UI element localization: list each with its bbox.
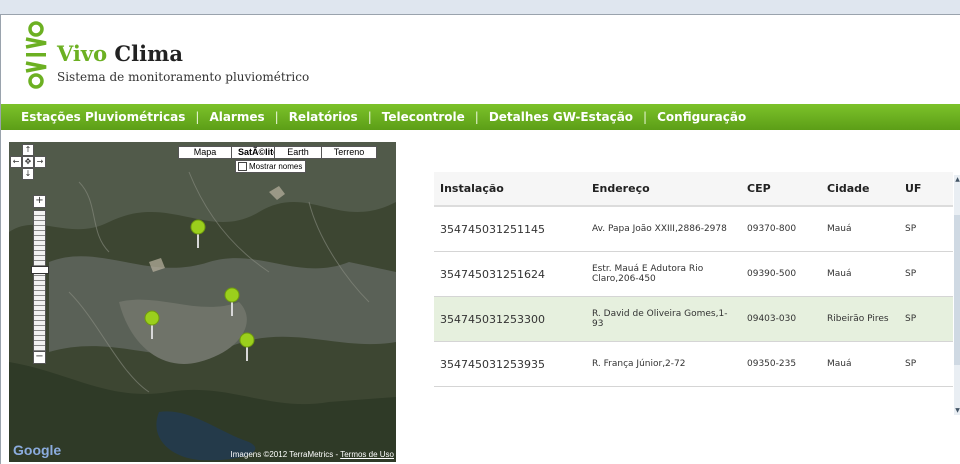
app-subtitle: Sistema de monitoramento pluviométrico bbox=[57, 70, 310, 84]
cell-endereco: R. França Júnior,2-72 bbox=[586, 341, 741, 387]
station-marker[interactable] bbox=[224, 287, 240, 317]
cell-cep: 09403-030 bbox=[741, 296, 821, 342]
google-logo[interactable]: Google bbox=[13, 442, 61, 458]
app-window: Vivo Clima Sistema de monitoramento pluv… bbox=[0, 14, 960, 464]
nav-separator: | bbox=[195, 110, 200, 124]
main-nav: Estações Pluviométricas | Alarmes | Rela… bbox=[1, 104, 960, 130]
table-row[interactable]: 354745031251624 Estr. Mauá E Adutora Rio… bbox=[434, 251, 953, 297]
table-header-row: Instalação Endereço CEP Cidade UF bbox=[434, 172, 953, 207]
cell-instalacao: 354745031253300 bbox=[434, 296, 586, 342]
zoom-out-icon[interactable]: − bbox=[33, 351, 46, 364]
scroll-down-icon[interactable]: ▼ bbox=[954, 406, 960, 415]
map-type-bar: Mapa SatÃ©lite Earth Terreno bbox=[178, 146, 377, 159]
pan-left-icon[interactable]: ← bbox=[10, 156, 22, 168]
cell-uf: SP bbox=[899, 296, 953, 342]
cell-cidade: Ribeirão Pires bbox=[821, 296, 899, 342]
header: Vivo Clima Sistema de monitoramento pluv… bbox=[1, 15, 960, 103]
table-row[interactable]: 354745031251145 Av. Papa João XXIII,2886… bbox=[434, 206, 953, 252]
cell-cep: 09390-500 bbox=[741, 251, 821, 297]
maptype-earth[interactable]: Earth bbox=[274, 146, 322, 159]
cell-cep: 09350-235 bbox=[741, 341, 821, 387]
scroll-up-icon[interactable]: ▲ bbox=[954, 175, 960, 184]
map-attribution: Imagens ©2012 TerraMetrics - Termos de U… bbox=[230, 450, 394, 459]
maptype-mapa[interactable]: Mapa bbox=[178, 146, 232, 159]
vivo-logo[interactable] bbox=[23, 21, 49, 91]
cell-endereco: Av. Papa João XXIII,2886-2978 bbox=[586, 206, 741, 252]
nav-separator: | bbox=[643, 110, 648, 124]
col-header-instalacao[interactable]: Instalação bbox=[434, 172, 586, 207]
stations-table-panel: Instalação Endereço CEP Cidade UF 354745… bbox=[434, 172, 955, 402]
nav-separator: | bbox=[274, 110, 279, 124]
nav-telecontrole[interactable]: Telecontrole bbox=[382, 110, 465, 124]
maptype-satelite[interactable]: SatÃ©lite bbox=[231, 146, 278, 159]
maptype-terreno[interactable]: Terreno bbox=[321, 146, 377, 159]
cell-endereco: Estr. Mauá E Adutora Rio Claro,206-450 bbox=[586, 251, 741, 297]
nav-alarmes[interactable]: Alarmes bbox=[209, 110, 264, 124]
stations-table: Instalação Endereço CEP Cidade UF 354745… bbox=[434, 172, 953, 387]
show-names-label: Mostrar nomes bbox=[249, 162, 303, 171]
cell-cidade: Mauá bbox=[821, 251, 899, 297]
cell-instalacao: 354745031253935 bbox=[434, 341, 586, 387]
table-scrollbar[interactable]: ▲ ▼ bbox=[954, 175, 960, 415]
show-names-option[interactable]: Mostrar nomes bbox=[235, 160, 307, 173]
cell-cidade: Mauá bbox=[821, 206, 899, 252]
pan-control: ↑ ← ✥ → ↓ bbox=[9, 144, 63, 188]
pan-down-icon[interactable]: ↓ bbox=[22, 168, 34, 180]
cell-uf: SP bbox=[899, 251, 953, 297]
zoom-in-icon[interactable]: + bbox=[33, 195, 46, 208]
nav-separator: | bbox=[474, 110, 479, 124]
col-header-cep[interactable]: CEP bbox=[741, 172, 821, 207]
map-imagery[interactable] bbox=[9, 142, 396, 462]
cell-instalacao: 354745031251624 bbox=[434, 251, 586, 297]
station-marker[interactable] bbox=[144, 310, 160, 340]
scroll-thumb[interactable] bbox=[954, 215, 960, 365]
col-header-cidade[interactable]: Cidade bbox=[821, 172, 899, 207]
pan-up-icon[interactable]: ↑ bbox=[22, 144, 34, 156]
nav-separator: | bbox=[367, 110, 372, 124]
zoom-slider-thumb[interactable] bbox=[31, 266, 49, 274]
cell-instalacao: 354745031251145 bbox=[434, 206, 586, 252]
app-title: Vivo Clima bbox=[57, 41, 183, 66]
col-header-uf[interactable]: UF bbox=[899, 172, 953, 207]
nav-detalhes-gw[interactable]: Detalhes GW-Estação bbox=[489, 110, 633, 124]
satellite-map[interactable]: ↑ ← ✥ → ↓ + − Mapa SatÃ©lite Earth Terre… bbox=[9, 142, 396, 462]
col-header-endereco[interactable]: Endereço bbox=[586, 172, 741, 207]
zoom-slider-track[interactable] bbox=[33, 210, 46, 362]
pan-right-icon[interactable]: → bbox=[34, 156, 46, 168]
cell-endereco: R. David de Oliveira Gomes,1-93 bbox=[586, 296, 741, 342]
nav-configuracao[interactable]: Configuração bbox=[657, 110, 746, 124]
nav-estacoes[interactable]: Estações Pluviométricas bbox=[21, 110, 185, 124]
nav-relatorios[interactable]: Relatórios bbox=[289, 110, 358, 124]
cell-uf: SP bbox=[899, 206, 953, 252]
show-names-checkbox[interactable] bbox=[238, 162, 247, 171]
terms-of-use-link[interactable]: Termos de Uso bbox=[340, 450, 394, 459]
table-row-highlighted[interactable]: 354745031253300 R. David de Oliveira Gom… bbox=[434, 296, 953, 342]
station-marker[interactable] bbox=[239, 332, 255, 362]
cell-cep: 09370-800 bbox=[741, 206, 821, 252]
pan-center-icon[interactable]: ✥ bbox=[22, 156, 34, 168]
cell-cidade: Mauá bbox=[821, 341, 899, 387]
cell-uf: SP bbox=[899, 341, 953, 387]
station-marker[interactable] bbox=[190, 219, 206, 249]
table-row[interactable]: 354745031253935 R. França Júnior,2-72 09… bbox=[434, 341, 953, 387]
